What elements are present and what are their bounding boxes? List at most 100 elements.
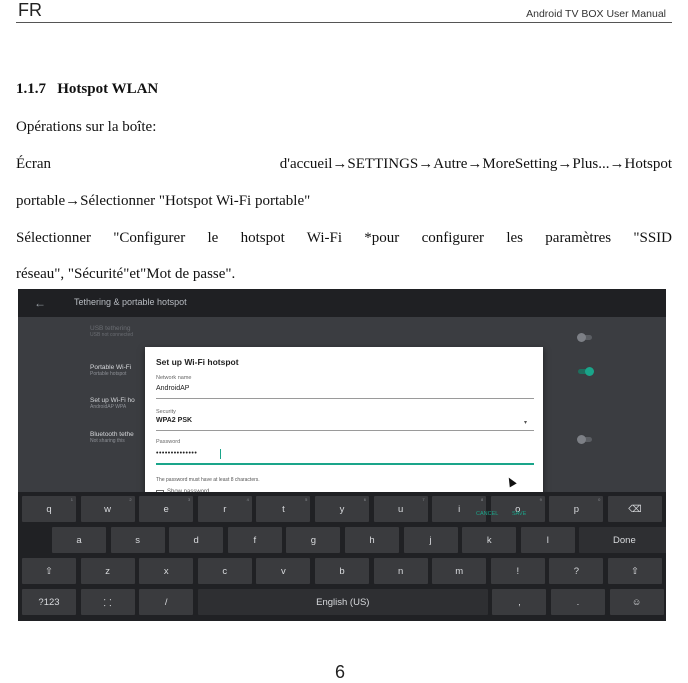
key-number-hint: 7 (422, 497, 425, 502)
key-label: a (76, 534, 82, 546)
key-label: ⇧ (631, 565, 639, 577)
key-z[interactable]: z (80, 558, 135, 584)
section-number: 1.1.7 (16, 81, 46, 97)
key-p[interactable]: p0 (549, 496, 604, 522)
password-underline (156, 463, 534, 465)
key-label: / (164, 596, 168, 608)
key-number-hint: 9 (539, 497, 542, 502)
key-c[interactable]: c (197, 558, 252, 584)
key-label: ⇧ (45, 565, 53, 577)
key-number-hint: 0 (598, 497, 601, 502)
symbols-key[interactable]: ?123 (22, 589, 76, 615)
key-v[interactable]: v (256, 558, 311, 584)
key-e[interactable]: e3 (139, 496, 194, 522)
key-label: ☺ (631, 596, 642, 608)
key-question[interactable]: ? (549, 558, 604, 584)
password-input[interactable]: •••••••••••••• (156, 450, 197, 457)
android-screenshot: ← Tethering & portable hotspot USB tethe… (18, 289, 666, 621)
key-label: q (46, 503, 52, 515)
cancel-button[interactable]: CANCEL (476, 511, 498, 517)
key-comma[interactable]: , (492, 589, 547, 615)
key-label: g (310, 534, 317, 546)
password-hint: The password must have at least 8 charac… (156, 477, 260, 483)
key-j[interactable]: j (403, 527, 458, 553)
key-l[interactable]: l (520, 527, 575, 553)
key-n[interactable]: n (373, 558, 428, 584)
key-d[interactable]: d (169, 527, 224, 553)
save-button[interactable]: SAVE (512, 511, 526, 517)
setting-subtitle: Not sharing this (90, 438, 125, 444)
key-b[interactable]: b (315, 558, 369, 584)
space-bar[interactable]: English (US) (197, 589, 488, 615)
key-exclamation[interactable]: ! (490, 558, 545, 584)
bluetooth-tethering-toggle[interactable] (577, 435, 592, 444)
key-label: ? (573, 565, 580, 577)
password-label: Password (156, 439, 181, 445)
key-label: y (339, 503, 345, 515)
shift-key-icon[interactable]: ⇧ (22, 558, 76, 584)
key-g[interactable]: g (286, 527, 341, 553)
key-label: ⌫ (628, 503, 642, 515)
key-w[interactable]: w2 (80, 496, 135, 522)
key-label: Done (613, 534, 636, 546)
dropdown-arrow-icon[interactable]: ▾ (524, 419, 527, 426)
key-label: m (455, 565, 464, 577)
key-period[interactable]: . (551, 589, 605, 615)
setting-usb-tethering[interactable]: USB tethering USB not connected (90, 325, 133, 338)
text-caret (220, 449, 221, 459)
key-u[interactable]: u7 (373, 496, 428, 522)
done-key[interactable]: Done (579, 527, 666, 553)
setting-bluetooth-tethering[interactable]: Bluetooth tethe Not sharing this (90, 431, 134, 444)
key-label: English (US) (316, 596, 370, 608)
key-t[interactable]: t5 (256, 496, 311, 522)
key-label: w (104, 503, 112, 515)
key-o[interactable]: o9 (490, 496, 545, 522)
key-label: u (397, 503, 404, 515)
emoji-key-icon[interactable]: ☺ (609, 589, 664, 615)
setting-title: Bluetooth tethe (90, 431, 134, 438)
key-label: , (518, 596, 521, 608)
setting-title: Portable Wi-Fi (90, 364, 132, 371)
setting-title: USB tethering (90, 325, 131, 332)
app-bar-title: Tethering & portable hotspot (74, 297, 187, 307)
emoji-settings-icon[interactable]: ⸬ (80, 589, 135, 615)
page-number: 6 (335, 662, 346, 682)
key-q[interactable]: q1 (22, 496, 76, 522)
key-y[interactable]: y6 (315, 496, 369, 522)
paragraph-path-rest: d'accueil→SETTINGS→Autre→MoreSetting→Plu… (279, 156, 672, 172)
key-label: r (223, 503, 227, 515)
key-slash[interactable]: / (139, 589, 194, 615)
key-number-hint: 6 (363, 497, 366, 502)
key-a[interactable]: a (52, 527, 106, 553)
setting-subtitle: AndroidAP WPA (90, 404, 127, 410)
key-r[interactable]: r4 (197, 496, 252, 522)
network-name-input[interactable]: AndroidAP (156, 385, 189, 392)
back-arrow-icon[interactable]: ← (34, 296, 46, 310)
backspace-key-icon[interactable]: ⌫ (608, 496, 662, 522)
key-x[interactable]: x (139, 558, 194, 584)
setting-portable-wifi[interactable]: Portable Wi-Fi Portable hotspot (90, 364, 131, 377)
usb-tethering-toggle[interactable] (577, 333, 592, 342)
key-f[interactable]: f (227, 527, 282, 553)
shift-key-icon[interactable]: ⇧ (608, 558, 662, 584)
key-label: c (222, 565, 228, 577)
key-h[interactable]: h (345, 527, 399, 553)
key-number-hint: 8 (480, 497, 484, 502)
key-label: h (369, 534, 375, 546)
key-label: b (339, 565, 345, 577)
on-screen-keyboard: q 1 w 2 e 3 r 4 t 5 y 6 u 7 i 8 o 9 p 0 ⌫ a s d f g h j k l Done ⇧ z x c v b… (18, 492, 666, 621)
portable-wifi-toggle[interactable] (578, 367, 594, 376)
section-heading: 1.1.7 Hotspot WLAN (16, 81, 158, 98)
key-label: n (397, 565, 404, 577)
key-k[interactable]: k (462, 527, 517, 553)
key-s[interactable]: s (110, 527, 165, 553)
paragraph-path-end: portable→Sélectionner "Hotspot Wi-Fi por… (16, 193, 311, 209)
key-i[interactable]: i8 (432, 496, 487, 522)
key-number-hint: 5 (305, 497, 308, 502)
key-label: l (546, 534, 549, 546)
security-select[interactable]: WPA2 PSK (156, 417, 192, 424)
setting-subtitle: Portable hotspot (90, 371, 127, 377)
key-m[interactable]: m (432, 558, 487, 584)
key-number-hint: 4 (246, 497, 249, 502)
setting-setup-wifi-hotspot[interactable]: Set up Wi-Fi ho AndroidAP WPA (90, 397, 135, 410)
